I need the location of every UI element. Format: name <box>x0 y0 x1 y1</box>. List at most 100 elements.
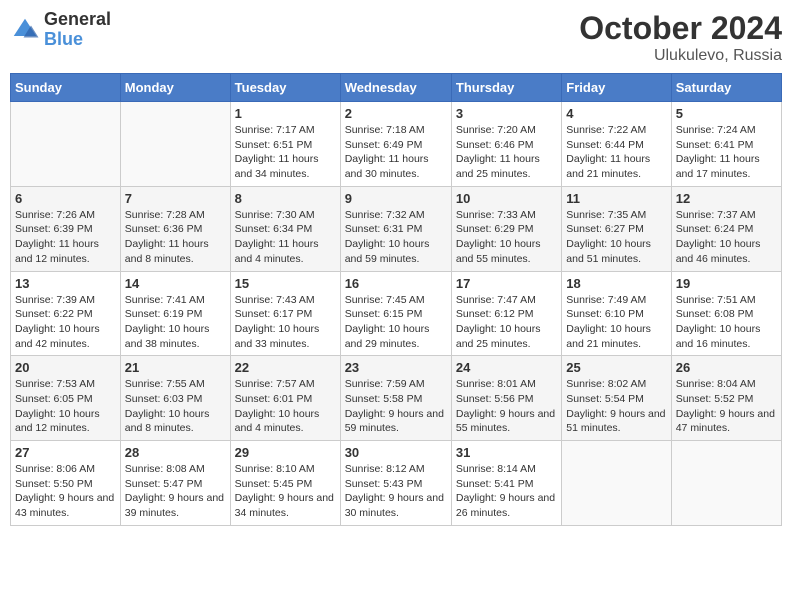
day-number: 10 <box>456 191 557 206</box>
day-info: Sunrise: 7:28 AMSunset: 6:36 PMDaylight:… <box>125 208 226 267</box>
day-number: 1 <box>235 106 336 121</box>
day-info: Sunrise: 8:10 AMSunset: 5:45 PMDaylight:… <box>235 462 336 521</box>
calendar-cell: 19 Sunrise: 7:51 AMSunset: 6:08 PMDayligh… <box>671 271 781 356</box>
day-number: 5 <box>676 106 777 121</box>
day-info: Sunrise: 7:59 AMSunset: 5:58 PMDaylight:… <box>345 377 447 436</box>
day-info: Sunrise: 7:53 AMSunset: 6:05 PMDaylight:… <box>15 377 116 436</box>
day-number: 12 <box>676 191 777 206</box>
calendar-cell: 14 Sunrise: 7:41 AMSunset: 6:19 PMDayligh… <box>120 271 230 356</box>
calendar-cell: 25Sunrise: 8:02 AMSunset: 5:54 PMDayligh… <box>562 356 671 441</box>
day-info: Sunrise: 7:32 AMSunset: 6:31 PMDaylight:… <box>345 208 447 267</box>
day-number: 6 <box>15 191 116 206</box>
day-number: 11 <box>566 191 666 206</box>
day-info: Sunrise: 8:12 AMSunset: 5:43 PMDaylight:… <box>345 462 447 521</box>
day-number: 25 <box>566 360 666 375</box>
day-info: Sunrise: 7:39 AMSunset: 6:22 PMDaylight:… <box>15 293 116 352</box>
calendar-cell: 31Sunrise: 8:14 AMSunset: 5:41 PMDayligh… <box>451 441 561 526</box>
logo-general: General <box>44 10 111 30</box>
calendar-week-row: 27Sunrise: 8:06 AMSunset: 5:50 PMDayligh… <box>11 441 782 526</box>
weekday-header: Saturday <box>671 74 781 102</box>
calendar-table: SundayMondayTuesdayWednesdayThursdayFrid… <box>10 73 782 526</box>
calendar-cell: 6 Sunrise: 7:26 AMSunset: 6:39 PMDaylight… <box>11 186 121 271</box>
calendar-cell: 15 Sunrise: 7:43 AMSunset: 6:17 PMDayligh… <box>230 271 340 356</box>
day-info: Sunrise: 8:01 AMSunset: 5:56 PMDaylight:… <box>456 377 557 436</box>
calendar-cell: 13 Sunrise: 7:39 AMSunset: 6:22 PMDayligh… <box>11 271 121 356</box>
day-info: Sunrise: 7:49 AMSunset: 6:10 PMDaylight:… <box>566 293 666 352</box>
calendar-cell: 24 Sunrise: 8:01 AMSunset: 5:56 PMDayligh… <box>451 356 561 441</box>
calendar-cell: 8 Sunrise: 7:30 AMSunset: 6:34 PMDaylight… <box>230 186 340 271</box>
day-info: Sunrise: 7:45 AMSunset: 6:15 PMDaylight:… <box>345 293 447 352</box>
calendar-week-row: 1 Sunrise: 7:17 AMSunset: 6:51 PMDaylight… <box>11 102 782 187</box>
day-info: Sunrise: 7:43 AMSunset: 6:17 PMDaylight:… <box>235 293 336 352</box>
day-info: Sunrise: 7:51 AMSunset: 6:08 PMDaylight:… <box>676 293 777 352</box>
day-number: 3 <box>456 106 557 121</box>
day-number: 29 <box>235 445 336 460</box>
day-number: 27 <box>15 445 116 460</box>
weekday-header: Tuesday <box>230 74 340 102</box>
day-info: Sunrise: 7:18 AMSunset: 6:49 PMDaylight:… <box>345 123 447 182</box>
location-title: Ulukulevo, Russia <box>579 47 782 65</box>
logo-blue: Blue <box>44 30 111 50</box>
day-number: 30 <box>345 445 447 460</box>
month-title: October 2024 <box>579 10 782 47</box>
day-number: 18 <box>566 276 666 291</box>
logo-icon <box>10 15 40 45</box>
weekday-header: Thursday <box>451 74 561 102</box>
calendar-cell: 27Sunrise: 8:06 AMSunset: 5:50 PMDayligh… <box>11 441 121 526</box>
calendar-cell: 3 Sunrise: 7:20 AMSunset: 6:46 PMDaylight… <box>451 102 561 187</box>
day-number: 4 <box>566 106 666 121</box>
day-number: 19 <box>676 276 777 291</box>
calendar-cell: 7Sunrise: 7:28 AMSunset: 6:36 PMDaylight… <box>120 186 230 271</box>
calendar-week-row: 13 Sunrise: 7:39 AMSunset: 6:22 PMDayligh… <box>11 271 782 356</box>
day-info: Sunrise: 8:08 AMSunset: 5:47 PMDaylight:… <box>125 462 226 521</box>
day-info: Sunrise: 7:30 AMSunset: 6:34 PMDaylight:… <box>235 208 336 267</box>
day-number: 26 <box>676 360 777 375</box>
calendar-cell: 10Sunrise: 7:33 AMSunset: 6:29 PMDayligh… <box>451 186 561 271</box>
day-number: 31 <box>456 445 557 460</box>
day-info: Sunrise: 7:57 AMSunset: 6:01 PMDaylight:… <box>235 377 336 436</box>
calendar-cell: 23 Sunrise: 7:59 AMSunset: 5:58 PMDayligh… <box>340 356 451 441</box>
calendar-cell <box>120 102 230 187</box>
weekday-header: Friday <box>562 74 671 102</box>
day-number: 17 <box>456 276 557 291</box>
day-number: 15 <box>235 276 336 291</box>
calendar-cell: 5Sunrise: 7:24 AMSunset: 6:41 PMDaylight… <box>671 102 781 187</box>
day-number: 14 <box>125 276 226 291</box>
day-info: Sunrise: 7:26 AMSunset: 6:39 PMDaylight:… <box>15 208 116 267</box>
calendar-cell: 1 Sunrise: 7:17 AMSunset: 6:51 PMDaylight… <box>230 102 340 187</box>
calendar-cell: 4 Sunrise: 7:22 AMSunset: 6:44 PMDaylight… <box>562 102 671 187</box>
day-info: Sunrise: 7:41 AMSunset: 6:19 PMDaylight:… <box>125 293 226 352</box>
day-number: 8 <box>235 191 336 206</box>
calendar-cell: 26Sunrise: 8:04 AMSunset: 5:52 PMDayligh… <box>671 356 781 441</box>
day-number: 23 <box>345 360 447 375</box>
day-number: 21 <box>125 360 226 375</box>
calendar-cell: 16 Sunrise: 7:45 AMSunset: 6:15 PMDayligh… <box>340 271 451 356</box>
calendar-week-row: 6 Sunrise: 7:26 AMSunset: 6:39 PMDaylight… <box>11 186 782 271</box>
day-number: 24 <box>456 360 557 375</box>
day-info: Sunrise: 7:37 AMSunset: 6:24 PMDaylight:… <box>676 208 777 267</box>
logo-text: General Blue <box>44 10 111 50</box>
calendar-cell: 2 Sunrise: 7:18 AMSunset: 6:49 PMDaylight… <box>340 102 451 187</box>
page-header: General Blue October 2024 Ulukulevo, Rus… <box>10 10 782 65</box>
weekday-header-row: SundayMondayTuesdayWednesdayThursdayFrid… <box>11 74 782 102</box>
day-info: Sunrise: 7:22 AMSunset: 6:44 PMDaylight:… <box>566 123 666 182</box>
day-info: Sunrise: 7:20 AMSunset: 6:46 PMDaylight:… <box>456 123 557 182</box>
day-number: 16 <box>345 276 447 291</box>
calendar-cell: 12 Sunrise: 7:37 AMSunset: 6:24 PMDayligh… <box>671 186 781 271</box>
day-number: 2 <box>345 106 447 121</box>
day-number: 22 <box>235 360 336 375</box>
calendar-cell: 21Sunrise: 7:55 AMSunset: 6:03 PMDayligh… <box>120 356 230 441</box>
weekday-header: Monday <box>120 74 230 102</box>
day-info: Sunrise: 7:17 AMSunset: 6:51 PMDaylight:… <box>235 123 336 182</box>
day-number: 20 <box>15 360 116 375</box>
calendar-cell: 30 Sunrise: 8:12 AMSunset: 5:43 PMDayligh… <box>340 441 451 526</box>
day-number: 9 <box>345 191 447 206</box>
day-number: 13 <box>15 276 116 291</box>
calendar-week-row: 20 Sunrise: 7:53 AMSunset: 6:05 PMDayligh… <box>11 356 782 441</box>
logo: General Blue <box>10 10 111 50</box>
weekday-header: Wednesday <box>340 74 451 102</box>
calendar-cell: 29 Sunrise: 8:10 AMSunset: 5:45 PMDayligh… <box>230 441 340 526</box>
weekday-header: Sunday <box>11 74 121 102</box>
day-info: Sunrise: 7:47 AMSunset: 6:12 PMDaylight:… <box>456 293 557 352</box>
calendar-cell: 9 Sunrise: 7:32 AMSunset: 6:31 PMDaylight… <box>340 186 451 271</box>
